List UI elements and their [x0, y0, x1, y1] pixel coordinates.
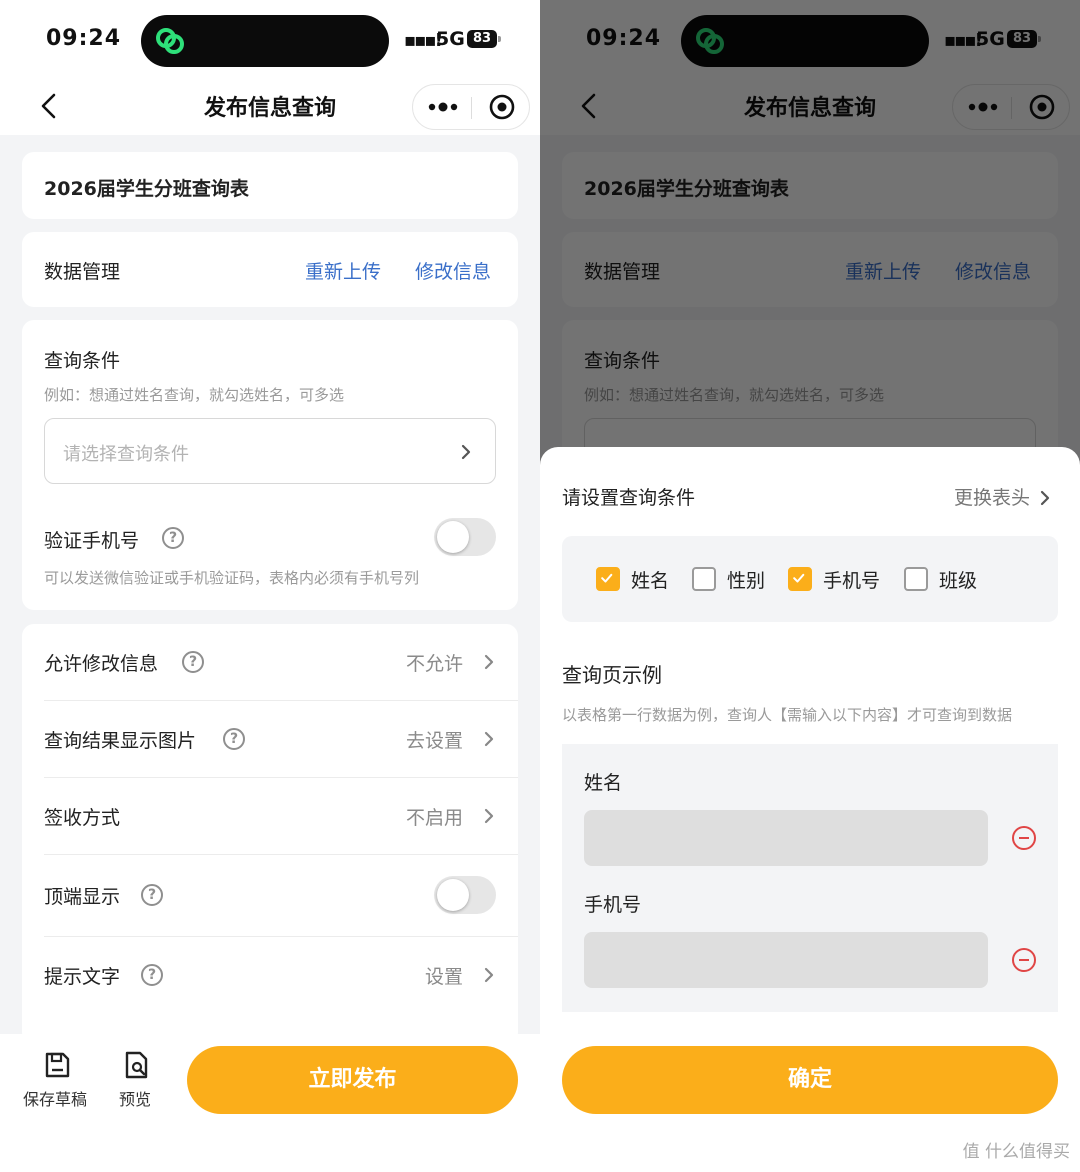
example-input — [584, 810, 988, 866]
setting-row-sign-method[interactable]: 签收方式 不启用 — [22, 778, 518, 855]
data-manage-card: 数据管理 重新上传 修改信息 — [22, 232, 518, 307]
setting-row-prompt-text[interactable]: 提示文字 ? 设置 — [22, 937, 518, 1014]
checkbox-label[interactable]: 班级 — [939, 566, 977, 593]
setting-label: 顶端显示 — [44, 886, 121, 908]
confirm-button[interactable]: 确定 — [562, 1046, 1058, 1114]
watermark: 值 什么值得买 — [962, 1142, 1070, 1162]
help-icon[interactable]: ? — [141, 884, 163, 906]
checkbox-class[interactable] — [904, 567, 928, 591]
chevron-right-icon — [461, 444, 471, 460]
setting-value: 去设置 — [405, 730, 463, 752]
remove-field-icon[interactable] — [1012, 826, 1036, 850]
status-bar: 09:24 ▪▪▪! 5G 83 — [0, 0, 540, 80]
query-condition-sheet-screen: 09:24 ▪▪▪! 5G 83 发布信息查询 2026届学生分班查询 — [540, 0, 1080, 1172]
table-title-card: 2026届学生分班查询表 — [22, 152, 518, 219]
example-field-label: 手机号 — [584, 894, 642, 916]
setting-value: 设置 — [424, 966, 463, 988]
setting-row-pin-top: 顶端显示 ? — [22, 855, 518, 937]
setting-value: 不允许 — [405, 653, 463, 675]
help-icon[interactable]: ? — [162, 527, 184, 549]
preview-label[interactable]: 预览 — [119, 1086, 151, 1110]
help-icon[interactable]: ? — [182, 651, 204, 673]
publish-form-screen: 09:24 ▪▪▪! 5G 83 发布信息查询 2026届学生分班查询表 数据管… — [0, 0, 540, 1172]
query-condition-sheet: 请设置查询条件 更换表头 姓名 性别 手机号 班级 查询页示例 以表格第一行数据… — [540, 447, 1080, 1172]
capsule-divider — [471, 97, 472, 119]
dynamic-island — [141, 15, 389, 67]
checkbox-phone[interactable] — [788, 567, 812, 591]
help-icon[interactable]: ? — [141, 964, 163, 986]
example-title: 查询页示例 — [562, 663, 662, 687]
pin-top-toggle[interactable] — [434, 876, 496, 914]
sheet-title: 请设置查询条件 — [562, 487, 696, 509]
preview-icon[interactable] — [122, 1050, 152, 1080]
checkbox-label[interactable]: 手机号 — [823, 566, 880, 593]
checkbox-name[interactable] — [596, 567, 620, 591]
chevron-right-icon — [484, 654, 494, 670]
chevron-right-icon[interactable] — [1038, 489, 1052, 507]
publish-button[interactable]: 立即发布 — [187, 1046, 518, 1114]
close-target-icon[interactable] — [488, 93, 516, 121]
nav-bar: 发布信息查询 — [0, 80, 540, 135]
setting-value: 不启用 — [405, 807, 463, 829]
query-title: 查询条件 — [44, 350, 121, 372]
help-icon[interactable]: ? — [223, 728, 245, 750]
save-icon[interactable] — [42, 1050, 72, 1080]
chevron-right-icon — [484, 967, 494, 983]
reupload-link[interactable]: 重新上传 — [305, 257, 381, 284]
setting-label: 查询结果显示图片 — [44, 730, 197, 752]
setting-row-result-image[interactable]: 查询结果显示图片 ? 去设置 — [22, 701, 518, 778]
network-label: 5G — [436, 28, 465, 50]
checkbox-label[interactable]: 性别 — [727, 566, 765, 593]
data-manage-label: 数据管理 — [44, 261, 121, 283]
remove-field-icon[interactable] — [1012, 948, 1036, 972]
chevron-right-icon — [484, 731, 494, 747]
save-draft-label[interactable]: 保存草稿 — [23, 1086, 87, 1110]
checkbox-label[interactable]: 姓名 — [631, 566, 669, 593]
link-app-icon — [156, 28, 184, 54]
setting-row-allow-edit[interactable]: 允许修改信息 ? 不允许 — [22, 624, 518, 701]
edit-info-link[interactable]: 修改信息 — [415, 257, 491, 284]
verify-phone-label: 验证手机号 — [44, 530, 140, 552]
setting-label: 提示文字 — [44, 966, 121, 988]
verify-phone-hint: 可以发送微信验证或手机验证码，表格内必须有手机号列 — [44, 569, 420, 587]
battery-icon: 83 — [467, 30, 501, 48]
query-conditions-card: 查询条件 例如：想通过姓名查询，就勾选姓名，可多选 请选择查询条件 验证手机号 … — [22, 320, 518, 610]
more-icon[interactable] — [427, 93, 459, 121]
setting-label: 签收方式 — [44, 807, 121, 829]
settings-card: 允许修改信息 ? 不允许 查询结果显示图片 ? 去设置 签收方式 不启用 顶端显… — [22, 624, 518, 1044]
example-hint: 以表格第一行数据为例，查询人【需输入以下内容】才可查询到数据 — [562, 706, 1013, 724]
query-hint: 例如：想通过姓名查询，就勾选姓名，可多选 — [44, 386, 345, 404]
checkbox-gender[interactable] — [692, 567, 716, 591]
chevron-right-icon — [484, 808, 494, 824]
query-condition-select[interactable]: 请选择查询条件 — [44, 418, 496, 484]
table-title: 2026届学生分班查询表 — [44, 178, 249, 200]
status-time: 09:24 — [46, 26, 122, 51]
example-input — [584, 932, 988, 988]
example-field-label: 姓名 — [584, 772, 623, 794]
mini-program-capsule — [412, 84, 530, 130]
setting-label: 允许修改信息 — [44, 653, 159, 675]
query-select-placeholder: 请选择查询条件 — [63, 444, 189, 465]
bottom-action-bar: 保存草稿 预览 立即发布 — [0, 1034, 540, 1172]
switch-header-link[interactable]: 更换表头 — [954, 483, 1030, 510]
example-preview: 姓名 手机号 — [562, 744, 1058, 1012]
condition-options: 姓名 性别 手机号 班级 — [562, 536, 1058, 622]
verify-phone-toggle[interactable] — [434, 518, 496, 556]
